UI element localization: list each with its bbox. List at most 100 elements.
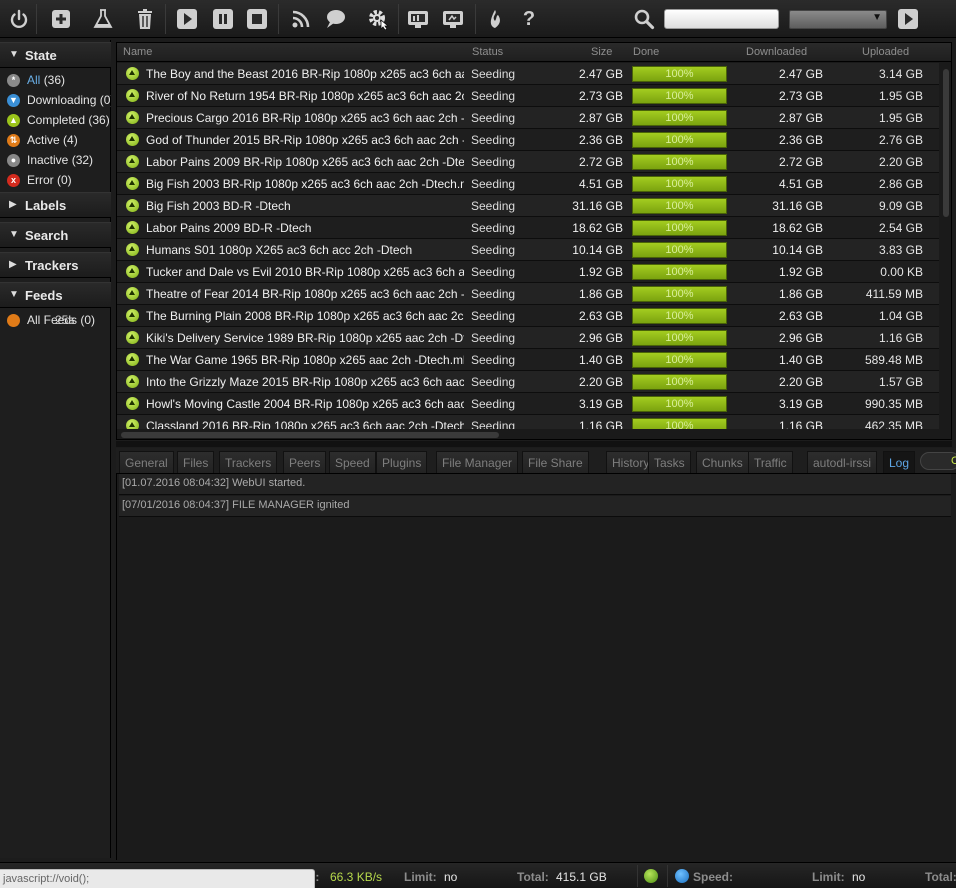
table-row[interactable]: Big Fish 2003 BR-Rip 1080p x265 ac3 6ch … — [117, 173, 939, 195]
sidebar-item-all[interactable]: * All (36) — [7, 72, 111, 90]
progress-label: 100% — [665, 222, 694, 234]
column-uploaded[interactable]: Uploaded — [862, 46, 909, 58]
table-row[interactable]: Humans S01 1080p X265 ac3 6ch acc 2ch -D… — [117, 239, 939, 261]
torrent-status: Seeding — [471, 375, 516, 389]
power-icon[interactable] — [5, 5, 33, 33]
sidebar-item-error[interactable]: x Error (0) — [7, 172, 111, 190]
monitor-icon[interactable] — [404, 5, 432, 33]
torrent-status: Seeding — [471, 397, 516, 411]
flask-icon[interactable] — [89, 5, 117, 33]
torrent-uploaded: 1.95 GB — [878, 89, 923, 103]
category-labels[interactable]: ▶ Labels — [0, 192, 111, 218]
table-row[interactable]: Howl's Moving Castle 2004 BR-Rip 1080p x… — [117, 393, 939, 415]
tab-traffic[interactable]: Traffic — [748, 451, 793, 473]
table-row[interactable]: The War Game 1965 BR-Rip 1080p x265 aac … — [117, 349, 939, 371]
torrent-size: 1.92 GB — [578, 265, 623, 279]
column-done[interactable]: Done — [633, 46, 659, 58]
torrent-rows: The Boy and the Beast 2016 BR-Rip 1080p … — [117, 63, 939, 429]
torrent-uploaded: 411.59 MB — [865, 287, 923, 301]
seeding-icon — [126, 331, 139, 344]
table-row[interactable]: The Burning Plain 2008 BR-Rip 1080p x265… — [117, 305, 939, 327]
tab-file-share[interactable]: File Share — [522, 451, 589, 473]
search-engine-select[interactable]: ▼ — [789, 10, 887, 29]
panel-splitter[interactable] — [116, 441, 952, 447]
table-row[interactable]: Big Fish 2003 BD-R -Dtech Seeding 31.16 GB… — [117, 195, 939, 217]
tab-extra-toggle[interactable]: Cl — [920, 452, 956, 470]
dl-limit-value[interactable]: no — [852, 870, 865, 884]
tab-autodl-irssi[interactable]: autodl-irssi — [807, 451, 878, 473]
torrent-size: 18.62 GB — [572, 221, 623, 235]
flame-icon[interactable] — [481, 5, 509, 33]
vertical-scrollbar[interactable] — [940, 63, 951, 429]
search-input[interactable] — [664, 9, 779, 29]
tab-chunks[interactable]: Chunks — [696, 451, 749, 473]
category-state[interactable]: ▼ State — [0, 42, 111, 68]
table-row[interactable]: Labor Pains 2009 BR-Rip 1080p x265 ac3 6… — [117, 151, 939, 173]
column-name[interactable]: Name — [123, 46, 152, 58]
search-icon[interactable] — [630, 5, 658, 33]
horizontal-scrollbar[interactable] — [117, 429, 951, 439]
table-row[interactable]: Classland 2016 BR-Rip 1080p x265 ac3 6ch… — [117, 415, 939, 429]
column-downloaded[interactable]: Downloaded — [746, 46, 807, 58]
rss-icon[interactable] — [287, 5, 315, 33]
stop-icon[interactable] — [243, 5, 271, 33]
tab-files[interactable]: Files — [177, 451, 215, 473]
tab-general[interactable]: General — [119, 451, 174, 473]
ul-limit-value[interactable]: no — [444, 870, 457, 884]
gear-icon[interactable] — [364, 5, 392, 33]
trash-icon[interactable] — [131, 5, 159, 33]
filter-label: Completed — [27, 113, 86, 127]
table-row[interactable]: Into the Grizzly Maze 2015 BR-Rip 1080p … — [117, 371, 939, 393]
table-row[interactable]: Tucker and Dale vs Evil 2010 BR-Rip 1080… — [117, 261, 939, 283]
monitor-alt-icon[interactable] — [439, 5, 467, 33]
progress-bar: 100% — [632, 154, 727, 170]
tab-trackers[interactable]: Trackers — [219, 451, 278, 473]
tab-plugins[interactable]: Plugins — [376, 451, 428, 473]
torrent-uploaded: 990.35 MB — [864, 397, 923, 411]
seeding-icon — [126, 243, 139, 256]
category-feeds[interactable]: ▼ Feeds — [0, 282, 111, 308]
play-icon[interactable] — [173, 5, 201, 33]
torrent-status: Seeding — [471, 111, 516, 125]
tab-log[interactable]: Log — [883, 451, 916, 473]
ul-limit-label[interactable]: Limit: — [404, 870, 437, 884]
sidebar-item-inactive[interactable]: ● Inactive (32) — [7, 152, 111, 170]
torrent-name: Humans S01 1080p X265 ac3 6ch acc 2ch -D… — [146, 243, 413, 257]
tab-file-manager[interactable]: File Manager — [436, 451, 519, 473]
category-search[interactable]: ▼ Search — [0, 222, 111, 248]
torrent-status: Seeding — [471, 309, 516, 323]
torrent-name: Into the Grizzly Maze 2015 BR-Rip 1080p … — [146, 375, 464, 389]
tab-tasks[interactable]: Tasks — [648, 451, 691, 473]
dl-limit-label[interactable]: Limit: — [812, 870, 845, 884]
table-row[interactable]: Precious Cargo 2016 BR-Rip 1080p x265 ac… — [117, 107, 939, 129]
column-status[interactable]: Status — [472, 46, 503, 58]
seeding-icon — [126, 155, 139, 168]
table-row[interactable]: Theatre of Fear 2014 BR-Rip 1080p x265 a… — [117, 283, 939, 305]
progress-bar: 100% — [632, 396, 727, 412]
sidebar-item-all-feeds[interactable]: All Feeds (0) 25s — [7, 312, 111, 330]
tab-speed[interactable]: Speed — [329, 451, 376, 473]
tab-peers[interactable]: Peers — [283, 451, 327, 473]
sidebar-item-completed[interactable]: ▲ Completed (36) — [7, 112, 111, 130]
connection-ok-icon[interactable] — [644, 869, 658, 883]
table-row[interactable]: God of Thunder 2015 BR-Rip 1080p x265 ac… — [117, 129, 939, 151]
sidebar-item-active[interactable]: ⇅ Active (4) — [7, 132, 111, 150]
table-row[interactable]: The Boy and the Beast 2016 BR-Rip 1080p … — [117, 63, 939, 85]
chat-icon[interactable] — [321, 5, 349, 33]
torrent-status: Seeding — [471, 177, 516, 191]
column-size[interactable]: Size — [591, 46, 612, 58]
table-row[interactable]: Labor Pains 2009 BD-R -Dtech Seeding 18.62… — [117, 217, 939, 239]
sidebar-item-downloading[interactable]: ▼ Downloading (0) — [7, 92, 111, 110]
progress-bar: 100% — [632, 88, 727, 104]
add-icon[interactable] — [47, 5, 75, 33]
torrent-name: River of No Return 1954 BR-Rip 1080p x26… — [146, 89, 464, 103]
table-row[interactable]: Kiki's Delivery Service 1989 BR-Rip 1080… — [117, 327, 939, 349]
torrent-size: 31.16 GB — [572, 199, 623, 213]
filter-label: Inactive — [27, 153, 69, 167]
table-row[interactable]: River of No Return 1954 BR-Rip 1080p x26… — [117, 85, 939, 107]
pause-icon[interactable] — [209, 5, 237, 33]
help-icon[interactable]: ? — [515, 5, 543, 33]
category-trackers[interactable]: ▶ Trackers — [0, 252, 111, 278]
torrent-uploaded: 589.48 MB — [864, 353, 923, 367]
go-search-button[interactable] — [894, 5, 922, 33]
